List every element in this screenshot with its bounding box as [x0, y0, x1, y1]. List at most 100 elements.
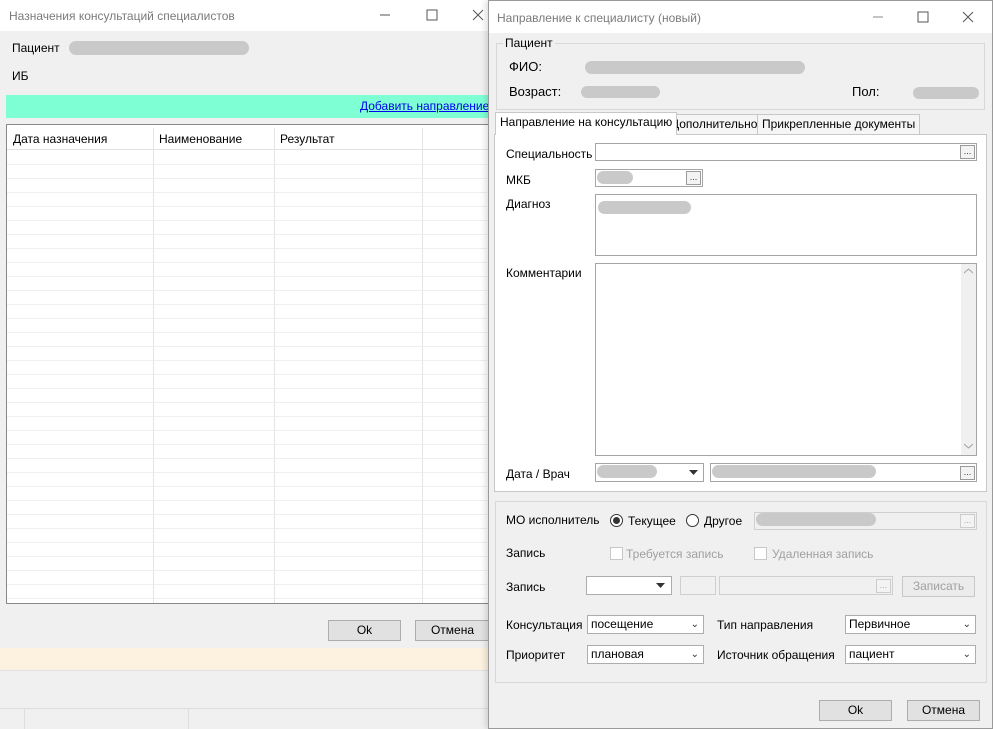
minimize-icon[interactable]: [872, 11, 884, 23]
table-row: [7, 570, 487, 571]
dialog-ok-button[interactable]: Ok: [819, 700, 892, 721]
comments-scrollbar[interactable]: [961, 264, 976, 455]
col-divider: [422, 128, 423, 603]
record-label-2: Запись: [506, 580, 546, 594]
add-direction-link[interactable]: Добавить направление: [360, 99, 489, 113]
consult-label: Консультация: [506, 618, 583, 632]
direction-type-value: Первичное: [849, 617, 911, 631]
fio-label: ФИО:: [509, 59, 542, 74]
direction-type-select[interactable]: Первичное ⌄: [845, 615, 976, 634]
appointments-grid: [6, 124, 490, 604]
col-result[interactable]: Результат: [280, 132, 335, 146]
table-row: [7, 164, 487, 165]
ellipsis-icon: ...: [876, 579, 891, 593]
radio-other[interactable]: [686, 514, 699, 527]
chevron-down-icon: ⌄: [690, 619, 699, 630]
fio-blurred: [585, 61, 805, 74]
bg-cancel-button[interactable]: Отмена: [415, 620, 490, 641]
tab-attached-docs[interactable]: Прикрепленные документы: [757, 114, 921, 134]
mkb-value-blurred: [597, 171, 633, 184]
diagnosis-label: Диагноз: [506, 197, 551, 211]
table-row: [7, 206, 487, 207]
close-icon[interactable]: [962, 11, 974, 23]
dialog-window: Направление к специалисту (новый) Пациен…: [488, 0, 993, 729]
bottom-divider: [24, 708, 25, 729]
bg-window: Назначения консультаций специалистов Пац…: [0, 0, 490, 648]
table-row: [7, 220, 487, 221]
date-value-blurred: [597, 465, 657, 478]
bg-ok-button[interactable]: Ok: [328, 620, 401, 641]
tab-consultation[interactable]: Направление на консультацию: [495, 112, 678, 135]
table-row: [7, 430, 487, 431]
sex-blurred: [913, 87, 979, 99]
col-date[interactable]: Дата назначения: [13, 132, 107, 146]
minimize-icon[interactable]: [379, 9, 391, 21]
priority-value: плановая: [591, 647, 644, 661]
col-divider: [274, 128, 275, 603]
table-row: [7, 192, 487, 193]
ellipsis-icon: ...: [960, 514, 975, 528]
table-row: [7, 346, 487, 347]
mo-value-blurred: [756, 513, 876, 526]
dialog-title: Направление к специалисту (новый): [497, 11, 701, 25]
table-row: [7, 416, 487, 417]
mkb-label: МКБ: [506, 173, 531, 187]
consult-select[interactable]: посещение ⌄: [587, 615, 704, 634]
radio-current-label[interactable]: Текущее: [628, 514, 676, 528]
table-row: [7, 374, 487, 375]
source-select[interactable]: пациент ⌄: [845, 645, 976, 664]
chevron-down-icon[interactable]: [656, 583, 665, 589]
remote-record-label: Удаленная запись: [772, 547, 874, 561]
ellipsis-icon[interactable]: ...: [686, 171, 701, 185]
ellipsis-icon[interactable]: ...: [960, 466, 975, 480]
table-row: [7, 556, 487, 557]
ellipsis-icon[interactable]: ...: [960, 145, 975, 159]
scroll-down-icon[interactable]: [964, 443, 973, 449]
table-row: [7, 584, 487, 585]
patient-name-blurred: [69, 41, 249, 55]
consult-value: посещение: [591, 617, 654, 631]
chevron-down-icon: ⌄: [962, 619, 971, 630]
date-doctor-label: Дата / Врач: [506, 467, 570, 481]
table-row: [7, 472, 487, 473]
direction-type-label: Тип направления: [717, 618, 814, 632]
grid-header: Дата назначения Наименование Результат: [7, 126, 490, 150]
scroll-up-icon[interactable]: [964, 268, 973, 274]
age-blurred: [581, 86, 660, 98]
requires-record-label: Требуется запись: [626, 547, 724, 561]
remote-record-checkbox: [754, 547, 767, 560]
requires-record-checkbox: [610, 547, 623, 560]
table-row: [7, 444, 487, 445]
age-label: Возраст:: [509, 84, 562, 99]
specialty-field[interactable]: [595, 143, 977, 161]
table-row: [7, 304, 487, 305]
table-row: [7, 486, 487, 487]
mo-label: МО исполнитель: [506, 513, 600, 527]
table-row: [7, 290, 487, 291]
diagnosis-value-blurred: [598, 201, 691, 214]
maximize-icon[interactable]: [917, 11, 929, 23]
chevron-down-icon[interactable]: [689, 470, 698, 476]
bottom-strip: [0, 670, 490, 729]
dialog-titlebar: Направление к специалисту (новый): [489, 1, 992, 33]
radio-other-label[interactable]: Другое: [704, 514, 742, 528]
maximize-icon[interactable]: [426, 9, 438, 21]
priority-select[interactable]: плановая ⌄: [587, 645, 704, 664]
bg-window-title: Назначения консультаций специалистов: [9, 9, 235, 23]
table-row: [7, 388, 487, 389]
doctor-value-blurred: [712, 465, 876, 478]
table-row: [7, 528, 487, 529]
col-name[interactable]: Наименование: [159, 132, 242, 146]
chevron-down-icon: ⌄: [962, 649, 971, 660]
ib-label: ИБ: [12, 69, 29, 83]
record-button: Записать: [902, 576, 975, 597]
radio-current[interactable]: [610, 514, 623, 527]
patient-group-label: Пациент: [503, 36, 555, 50]
table-row: [7, 234, 487, 235]
priority-label: Приоритет: [506, 648, 566, 662]
dialog-cancel-button[interactable]: Отмена: [907, 700, 980, 721]
comments-field[interactable]: [595, 263, 977, 456]
table-row: [7, 332, 487, 333]
close-icon[interactable]: [472, 9, 484, 21]
tab-additional[interactable]: Дополнительно: [666, 114, 763, 134]
